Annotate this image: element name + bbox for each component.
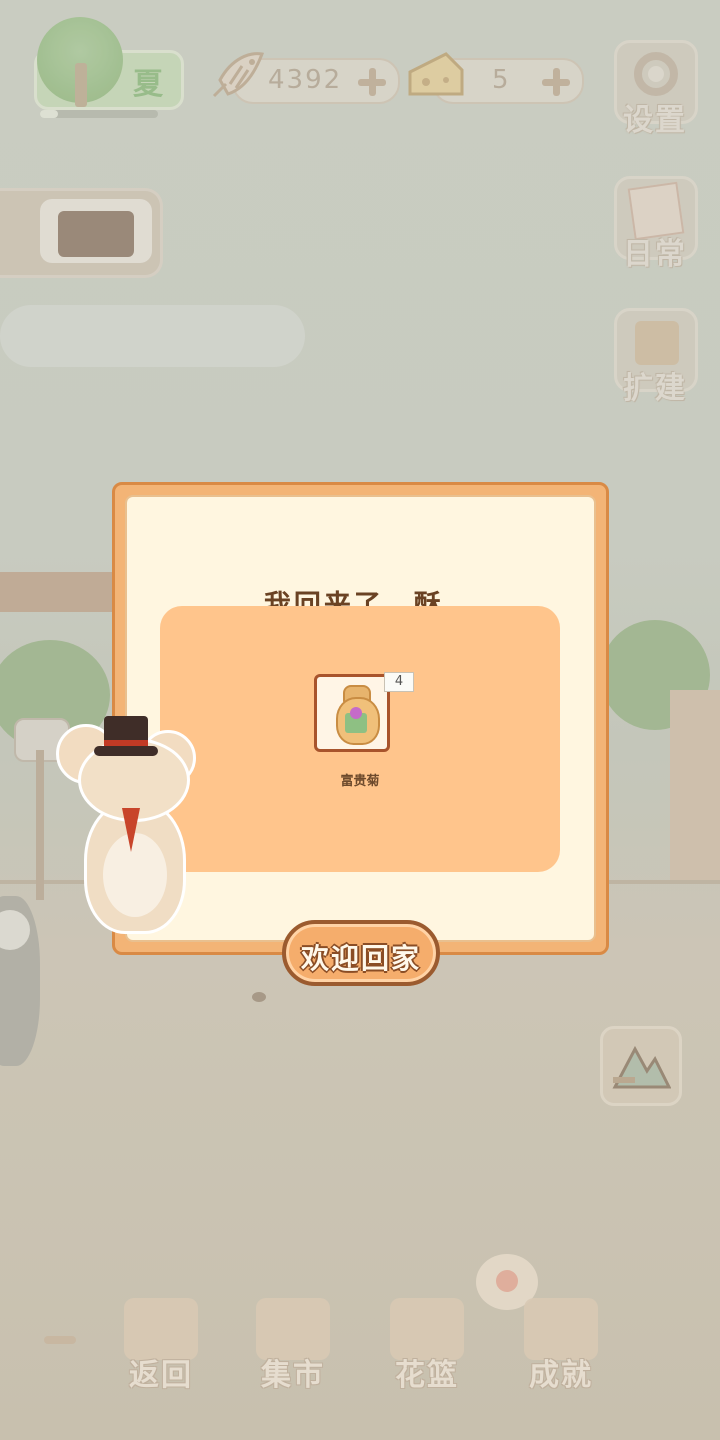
- nav-label: 返回: [129, 1358, 193, 1393]
- reward-item-name: 富贵菊: [340, 774, 380, 789]
- nav-label: 花篮: [395, 1358, 459, 1393]
- nav-market[interactable]: 集市: [250, 1298, 336, 1394]
- game-scene: 夏 4392 5 设置 日常 扩建 4 富贵菊 欢迎回家 返回 集市 花篮 成就: [0, 0, 720, 1440]
- tie-icon: [122, 808, 140, 852]
- nav-label: 集市: [261, 1358, 325, 1393]
- flower-icon: [350, 707, 362, 719]
- reward-item-card[interactable]: [314, 674, 390, 752]
- welcome-home-label: 欢迎回家: [300, 942, 421, 975]
- collapse-button[interactable]: [44, 1336, 76, 1344]
- hat-brim: [94, 746, 158, 756]
- nav-back[interactable]: 返回: [118, 1298, 204, 1394]
- nav-achievements[interactable]: 成就: [518, 1298, 604, 1394]
- welcome-home-button[interactable]: 欢迎回家: [282, 920, 440, 986]
- nav-flower-basket[interactable]: 花篮: [384, 1298, 470, 1394]
- flower-icon: [496, 1270, 518, 1292]
- item-quantity-badge: 4: [384, 672, 414, 692]
- nav-label: 成就: [529, 1358, 593, 1393]
